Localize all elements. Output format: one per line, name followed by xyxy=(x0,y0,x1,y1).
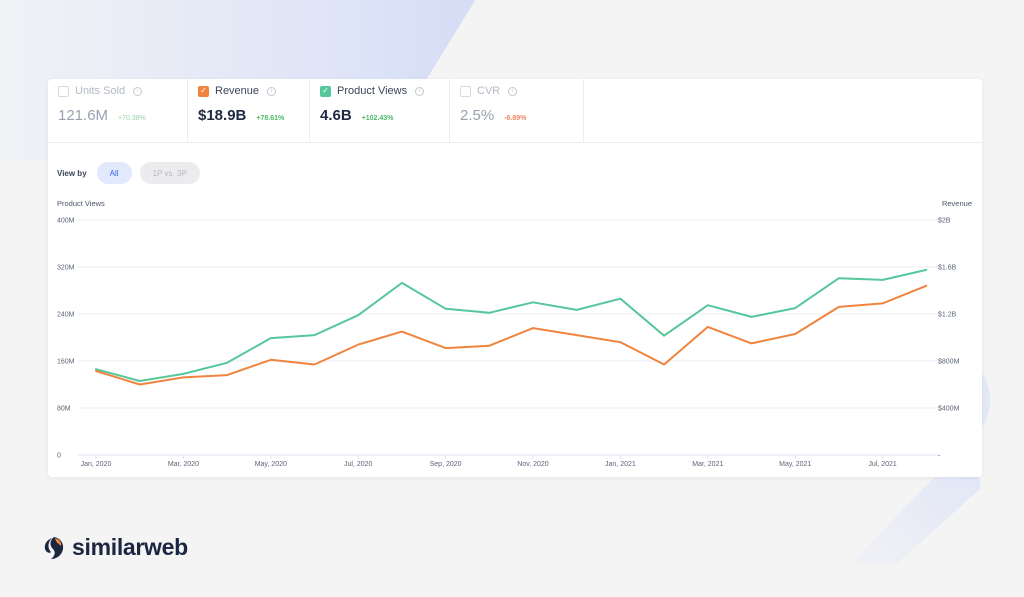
x-tick-label: Mar, 2021 xyxy=(692,461,723,468)
y-tick-label-right: $400M xyxy=(938,406,960,413)
x-tick-label: Jul, 2020 xyxy=(344,461,373,468)
x-tick-label: May, 2021 xyxy=(779,461,811,468)
y-tick-label-left: 0 xyxy=(57,453,61,460)
x-tick-label: Sep, 2020 xyxy=(430,461,462,468)
y-tick-label-left: 240M xyxy=(57,312,75,319)
x-tick-label: Mar, 2020 xyxy=(168,461,199,468)
y-tick-label-right: - xyxy=(938,453,941,460)
similarweb-logo-icon xyxy=(44,536,64,559)
y-tick-label-left: 320M xyxy=(57,265,75,272)
x-tick-label: Jan, 2020 xyxy=(81,461,112,468)
series-line-product-views xyxy=(95,268,928,382)
series-line-revenue xyxy=(95,284,928,386)
x-tick-label: Jan, 2021 xyxy=(605,461,636,468)
y-tick-label-left: 400M xyxy=(57,218,75,225)
y-tick-label-right: $800M xyxy=(938,359,960,366)
y-tick-label-right: $1.2B xyxy=(938,312,957,319)
x-tick-label: Jul, 2021 xyxy=(868,461,897,468)
y-tick-label-right: $2B xyxy=(938,218,951,225)
x-tick-label: Nov, 2020 xyxy=(517,461,548,468)
x-tick-label: May, 2020 xyxy=(255,461,287,468)
similarweb-logo: similarweb xyxy=(40,534,188,561)
analytics-card: Units Sold i 121.6M +70.38% ✓ Revenue i … xyxy=(48,79,982,477)
brand-name: similarweb xyxy=(72,534,188,560)
y-tick-label-left: 80M xyxy=(57,406,71,413)
background-decoration xyxy=(850,470,980,565)
y-tick-label-right: $1.6B xyxy=(938,265,957,272)
y-tick-label-left: 160M xyxy=(57,359,75,366)
line-chart: 0 - 80M $400M 160M $800M 240M $1.2B 320M $1.6B 400… xyxy=(57,218,960,469)
